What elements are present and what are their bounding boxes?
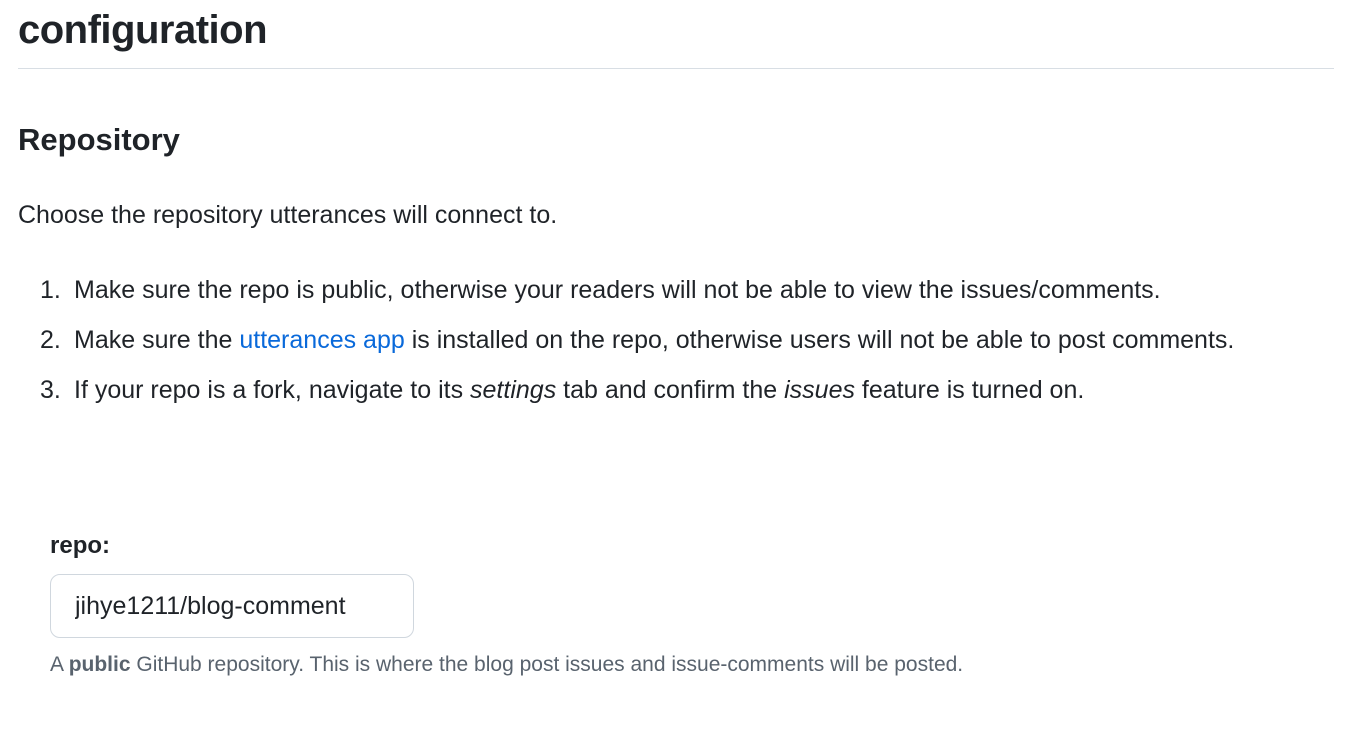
steps-list: 1. Make sure the repo is public, otherwi…	[18, 270, 1308, 420]
repo-help-text: A public GitHub repository. This is wher…	[50, 651, 963, 679]
list-item: 3. If your repo is a fork, navigate to i…	[18, 370, 1308, 411]
list-item: 2. Make sure the utterances app is insta…	[18, 320, 1308, 361]
step-number: 3.	[40, 376, 61, 404]
heading-divider	[18, 68, 1334, 69]
repo-input[interactable]	[50, 574, 414, 638]
step-text-post: feature is turned on.	[854, 376, 1085, 404]
step-text-pre: Make sure the	[74, 326, 240, 354]
note-strong: public	[68, 653, 131, 676]
note-rest: GitHub repository. This is where the blo…	[130, 653, 964, 676]
page-title: configuration	[18, 8, 268, 52]
step-number: 2.	[40, 326, 61, 354]
step-text: Make sure the repo is public, otherwise …	[74, 276, 1161, 304]
configuration-page: configuration Repository Choose the repo…	[0, 0, 1346, 748]
step-number: 1.	[40, 276, 61, 304]
settings-emphasis: settings	[470, 376, 557, 404]
note-prefix: A	[50, 653, 69, 676]
step-text-post: is installed on the repo, otherwise user…	[404, 326, 1235, 354]
repo-label: repo:	[50, 532, 110, 559]
step-text-mid: tab and confirm the	[556, 376, 785, 404]
step-text-pre: If your repo is a fork, navigate to its	[74, 376, 471, 404]
section-intro: Choose the repository utterances will co…	[18, 201, 558, 229]
utterances-app-link[interactable]: utterances app	[239, 326, 404, 354]
list-item: 1. Make sure the repo is public, otherwi…	[18, 270, 1308, 311]
issues-emphasis: issues	[784, 376, 855, 404]
section-title: Repository	[18, 122, 180, 157]
